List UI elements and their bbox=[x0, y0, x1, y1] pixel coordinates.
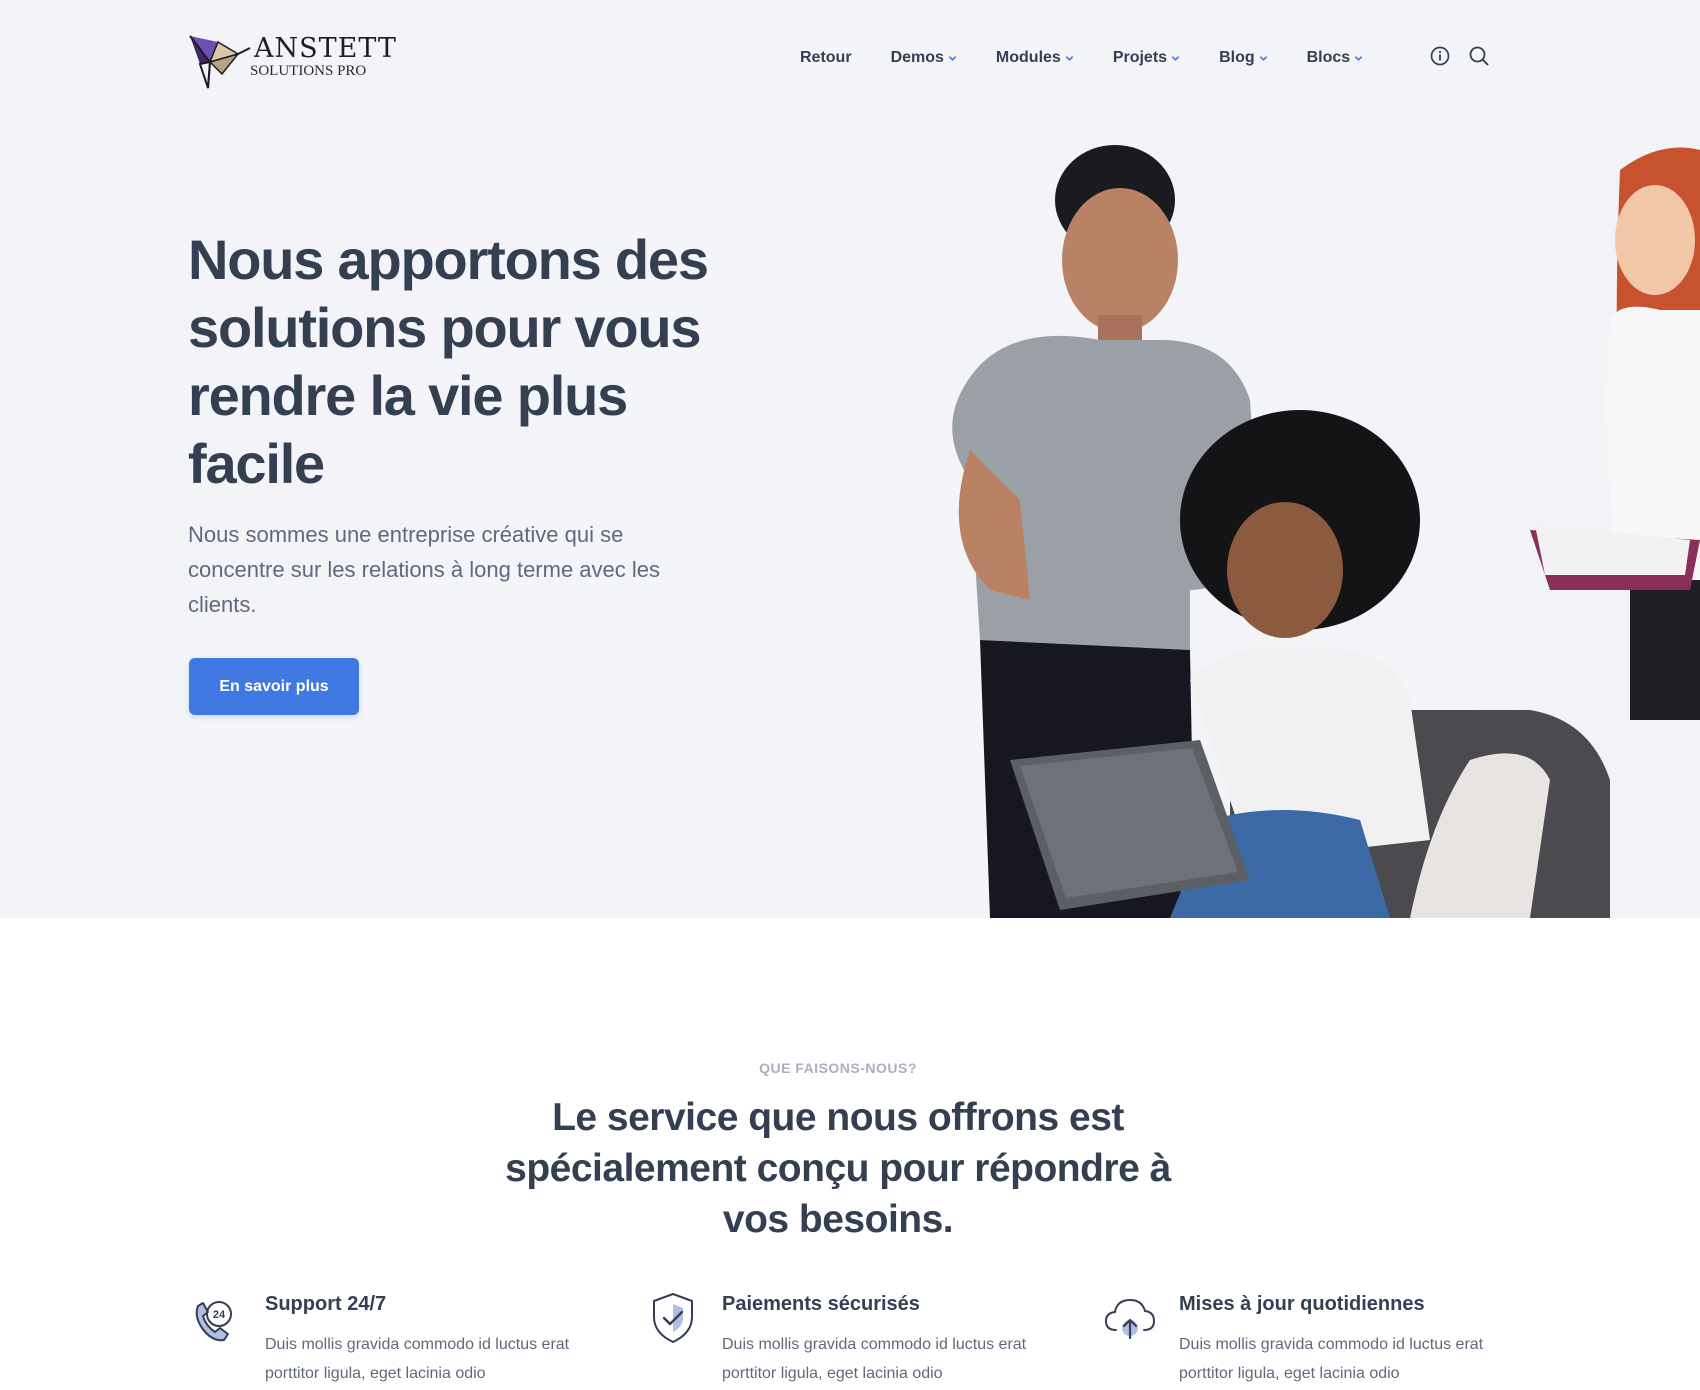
chevron-down-icon bbox=[1259, 55, 1267, 61]
nav-item-label: Blog bbox=[1219, 49, 1255, 66]
nav-item-label: Retour bbox=[800, 49, 852, 66]
phone-24-icon: 24 bbox=[195, 1301, 232, 1342]
chevron-down-icon bbox=[1355, 55, 1363, 61]
nav-item-blocs[interactable]: Blocs bbox=[1307, 49, 1364, 67]
woman-right-figure bbox=[1530, 147, 1700, 720]
nav-item-retour[interactable]: Retour bbox=[800, 49, 852, 67]
feature-text: Duis mollis gravida commodo id luctus er… bbox=[1179, 1336, 1484, 1382]
cloud-upload-icon bbox=[1104, 1298, 1156, 1340]
feature-secure-payments: Paiements sécurisés Duis mollis gravida … bbox=[645, 1290, 1065, 1390]
nav-item-projets[interactable]: Projets bbox=[1113, 49, 1180, 67]
feature-text: Duis mollis gravida commodo id luctus er… bbox=[265, 1336, 570, 1382]
bird-logo-icon bbox=[189, 35, 251, 89]
shield-check-icon bbox=[653, 1293, 693, 1343]
feature-title: Support 24/7 bbox=[265, 1293, 387, 1315]
info-icon[interactable] bbox=[1429, 45, 1451, 67]
feature-title: Paiements sécurisés bbox=[722, 1293, 920, 1315]
chevron-down-icon bbox=[1065, 55, 1073, 61]
site-logo[interactable]: ANSTETT SOLUTIONS PRO bbox=[188, 34, 418, 90]
svg-text:24: 24 bbox=[213, 1309, 226, 1321]
hero-section: ANSTETT SOLUTIONS PRO Retour Demos Modul… bbox=[0, 0, 1700, 918]
feature-text: Duis mollis gravida commodo id luctus er… bbox=[722, 1336, 1027, 1382]
feature-title: Mises à jour quotidiennes bbox=[1179, 1293, 1425, 1315]
services-eyebrow: QUE FAISONS-NOUS? bbox=[759, 1060, 917, 1076]
chevron-down-icon bbox=[948, 55, 956, 61]
hero-title: Nous apportons des solutions pour vous r… bbox=[188, 228, 709, 495]
nav-item-modules[interactable]: Modules bbox=[996, 49, 1074, 67]
learn-more-button[interactable]: En savoir plus bbox=[189, 658, 359, 715]
nav-item-demos[interactable]: Demos bbox=[891, 49, 957, 67]
logo-name: ANSTETT bbox=[254, 33, 397, 64]
nav-item-label: Blocs bbox=[1306, 49, 1351, 66]
services-title: Le service que nous offrons est spéciale… bbox=[505, 1096, 1171, 1241]
header-actions bbox=[1429, 45, 1507, 67]
hero-subtitle: Nous sommes une entreprise créative qui … bbox=[188, 522, 661, 617]
feature-support: 24 Support 24/7 Duis mollis gravida comm… bbox=[188, 1290, 608, 1390]
logo-subtitle: SOLUTIONS PRO bbox=[250, 63, 367, 79]
nav-item-label: Projets bbox=[1112, 49, 1168, 66]
nav-item-blog[interactable]: Blog bbox=[1219, 49, 1268, 67]
hero-team-photo bbox=[952, 145, 1700, 918]
search-icon[interactable] bbox=[1468, 45, 1490, 67]
nav-item-label: Demos bbox=[890, 49, 944, 66]
feature-daily-updates: Mises à jour quotidiennes Duis mollis gr… bbox=[1102, 1290, 1522, 1390]
main-nav: Retour Demos Modules Projets Blog Blocs bbox=[800, 44, 1402, 72]
nav-item-label: Modules bbox=[995, 49, 1061, 66]
chevron-down-icon bbox=[1172, 55, 1180, 61]
